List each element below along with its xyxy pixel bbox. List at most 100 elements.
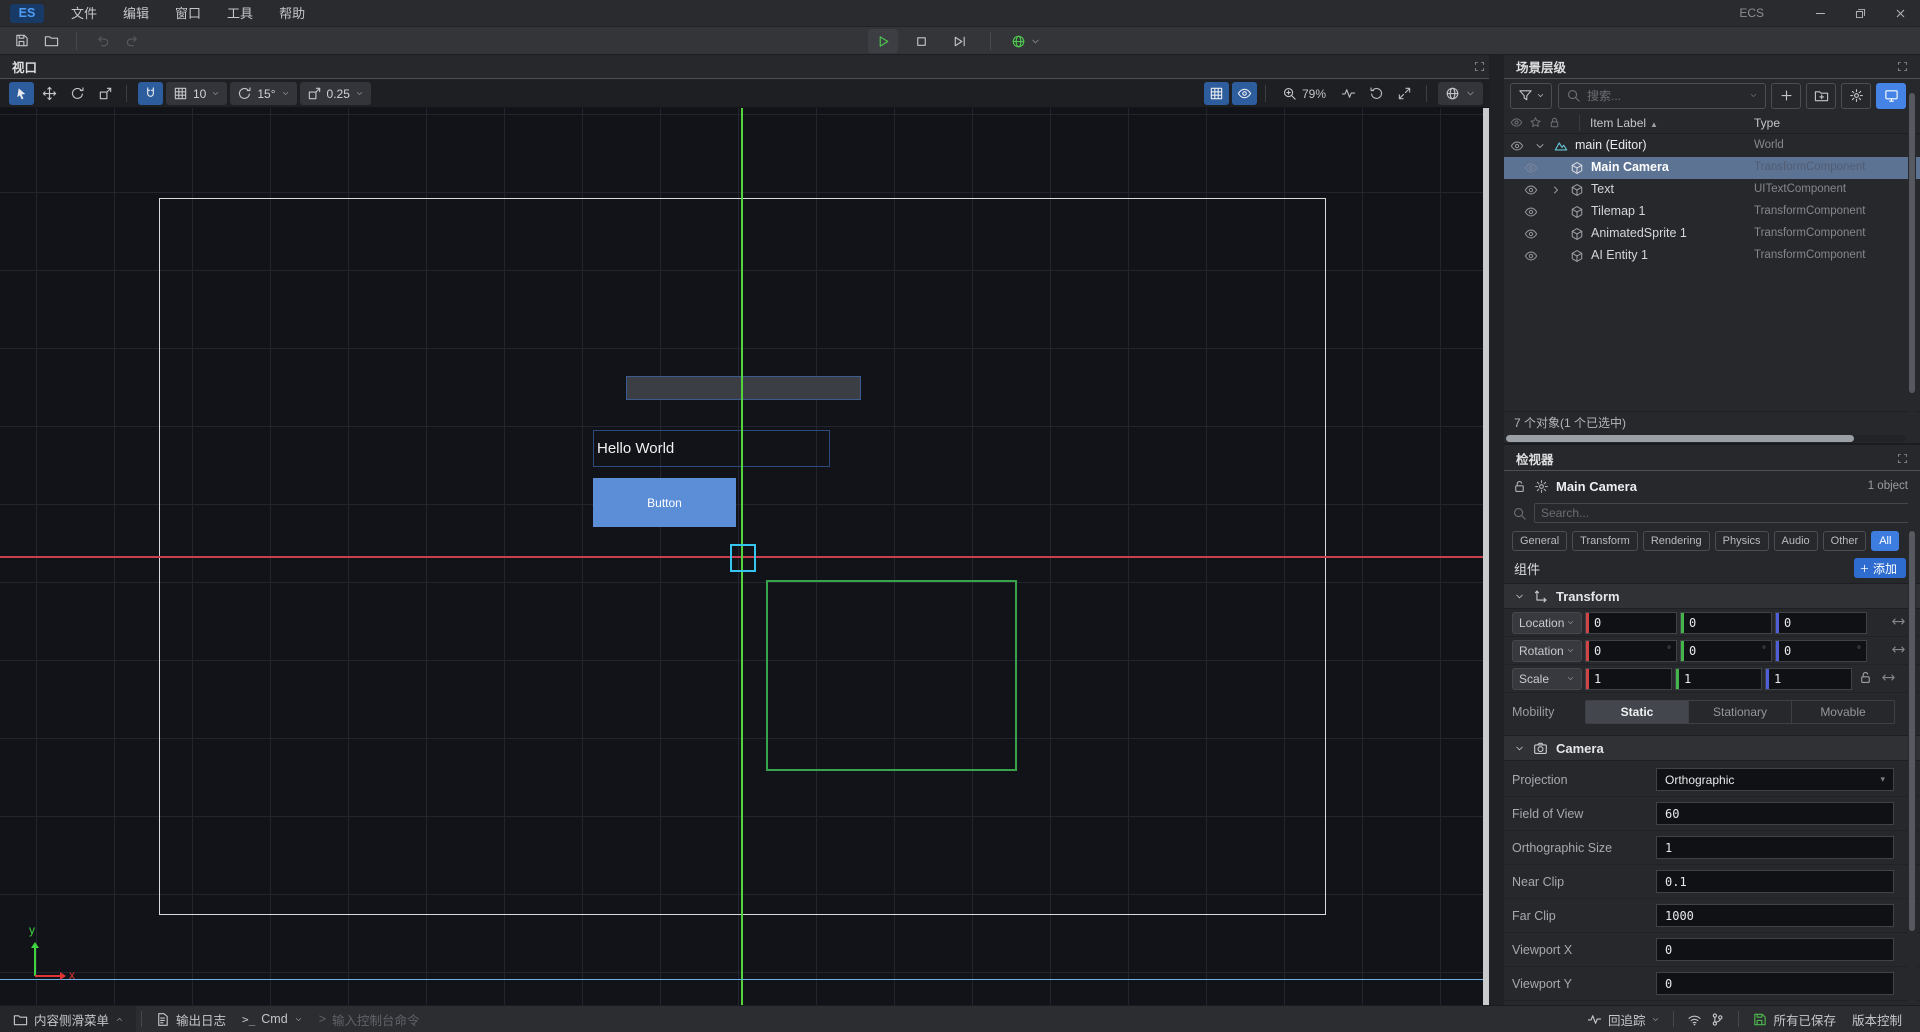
expand-panel-icon[interactable]: [1897, 61, 1908, 72]
play-button[interactable]: [868, 29, 898, 53]
expander-chevron-icon[interactable]: [1550, 184, 1562, 199]
green-region-rect[interactable]: [766, 580, 1017, 771]
tree-row[interactable]: main (Editor)World: [1504, 135, 1920, 157]
panel-splitter[interactable]: [1489, 55, 1504, 1005]
cmd-dropdown[interactable]: >_ Cmd: [234, 1006, 311, 1032]
run-target-dropdown[interactable]: [1007, 29, 1045, 53]
tab-audio[interactable]: Audio: [1774, 531, 1818, 551]
save-status[interactable]: 所有已保存: [1744, 1006, 1844, 1032]
tree-row[interactable]: AnimatedSprite 1TransformComponent: [1504, 223, 1920, 245]
undo-button[interactable]: [89, 29, 115, 53]
hierarchy-hscrollbar[interactable]: [1506, 435, 1906, 442]
tab-rendering[interactable]: Rendering: [1643, 531, 1710, 551]
zoom-level[interactable]: 79%: [1274, 86, 1334, 101]
network-status-button[interactable]: [1679, 1006, 1710, 1032]
inspector-search-input[interactable]: Search...: [1534, 503, 1914, 523]
tab-general[interactable]: General: [1512, 531, 1567, 551]
filter-dropdown[interactable]: [1510, 83, 1552, 109]
stats-button[interactable]: [1334, 82, 1362, 105]
field-of-view-input[interactable]: 60: [1656, 802, 1894, 825]
uniform-scale-lock-icon[interactable]: [1858, 670, 1873, 688]
scale-field-z[interactable]: 1: [1765, 668, 1852, 690]
reset-view-button[interactable]: [1362, 82, 1390, 105]
visibility-eye-icon[interactable]: [1524, 205, 1538, 222]
snap-setting-dropdown[interactable]: 10: [166, 82, 227, 105]
tab-other[interactable]: Other: [1823, 531, 1867, 551]
hierarchy-search-input[interactable]: 搜索...: [1558, 83, 1766, 109]
mobility-stationary[interactable]: Stationary: [1689, 701, 1792, 723]
scale-tool-button[interactable]: [93, 82, 118, 105]
visibility-eye-icon[interactable]: [1524, 227, 1538, 244]
hierarchy-settings-button[interactable]: [1841, 83, 1871, 109]
snap-setting-dropdown[interactable]: 15°: [230, 82, 296, 105]
tree-row[interactable]: TextUITextComponent: [1504, 179, 1920, 201]
menu-item[interactable]: 文件: [58, 0, 110, 27]
lock-inspector-icon[interactable]: [1512, 479, 1527, 494]
link-axes-icon[interactable]: [1881, 670, 1896, 688]
display-mode-button[interactable]: [1876, 83, 1906, 109]
add-entity-button[interactable]: [1771, 83, 1801, 109]
fit-view-button[interactable]: [1390, 82, 1418, 105]
rotation-field-z[interactable]: 0°: [1775, 640, 1867, 662]
camera-section-header[interactable]: Camera: [1504, 735, 1920, 761]
tab-transform[interactable]: Transform: [1572, 531, 1638, 551]
viewport-x-input[interactable]: 0: [1656, 938, 1894, 961]
location-selector-dropdown[interactable]: Location: [1512, 612, 1582, 634]
transform-section-header[interactable]: Transform: [1504, 583, 1920, 609]
selection-box[interactable]: [730, 544, 756, 572]
location-field-y[interactable]: 0: [1680, 612, 1772, 634]
favorite-column-icon[interactable]: [1529, 116, 1542, 129]
stop-button[interactable]: [906, 29, 936, 53]
hierarchy-vscrollbar[interactable]: [1908, 81, 1916, 433]
rotate-tool-button[interactable]: [65, 82, 90, 105]
lock-column-icon[interactable]: [1548, 116, 1561, 129]
visibility-eye-icon[interactable]: [1524, 183, 1538, 200]
snap-toggle-button[interactable]: [138, 82, 163, 105]
visibility-column-icon[interactable]: [1510, 116, 1523, 129]
orthographic-size-input[interactable]: 1: [1656, 836, 1894, 859]
maximize-button[interactable]: [1840, 0, 1880, 27]
column-type[interactable]: Type: [1754, 116, 1780, 130]
tab-physics[interactable]: Physics: [1715, 531, 1769, 551]
scene-canvas[interactable]: Hello World Button y x: [0, 108, 1483, 1005]
inspector-vscrollbar[interactable]: [1908, 501, 1916, 1005]
ui-button-element[interactable]: Button: [593, 478, 736, 527]
visibility-eye-icon[interactable]: [1524, 249, 1538, 266]
tree-row[interactable]: Main CameraTransformComponent: [1504, 157, 1920, 179]
tree-row[interactable]: Tilemap 1TransformComponent: [1504, 201, 1920, 223]
grid-toggle-button[interactable]: [1204, 82, 1229, 105]
mobility-movable[interactable]: Movable: [1792, 701, 1894, 723]
menu-item[interactable]: 编辑: [110, 0, 162, 27]
redo-button[interactable]: [119, 29, 145, 53]
close-button[interactable]: [1880, 0, 1920, 27]
ui-panel-element[interactable]: [626, 376, 861, 400]
ui-text-element[interactable]: Hello World: [593, 430, 830, 467]
world-mode-dropdown[interactable]: [1438, 82, 1483, 105]
viewport-y-input[interactable]: 0: [1656, 972, 1894, 995]
mobility-static[interactable]: Static: [1586, 701, 1689, 723]
rotation-selector-dropdown[interactable]: Rotation: [1512, 640, 1582, 662]
column-item-label[interactable]: Item Label▲: [1579, 115, 1658, 131]
branch-button[interactable]: [1710, 1006, 1733, 1032]
menu-item[interactable]: 工具: [214, 0, 266, 27]
console-command-input[interactable]: > 输入控制台命令: [311, 1006, 428, 1032]
link-axes-icon[interactable]: [1891, 614, 1906, 632]
menu-item[interactable]: 窗口: [162, 0, 214, 27]
location-field-x[interactable]: 0: [1585, 612, 1677, 634]
step-button[interactable]: [944, 29, 974, 53]
open-folder-button[interactable]: [38, 29, 64, 53]
rotation-field-x[interactable]: 0°: [1585, 640, 1677, 662]
move-tool-button[interactable]: [37, 82, 62, 105]
expander-chevron-icon[interactable]: [1534, 140, 1546, 155]
add-component-button[interactable]: 添加: [1854, 558, 1906, 578]
far-clip-input[interactable]: 1000: [1656, 904, 1894, 927]
link-axes-icon[interactable]: [1891, 642, 1906, 660]
scale-field-x[interactable]: 1: [1585, 668, 1672, 690]
save-button[interactable]: [8, 29, 34, 53]
version-control-button[interactable]: 版本控制: [1844, 1006, 1910, 1032]
entity-settings-icon[interactable]: [1534, 479, 1549, 494]
projection-dropdown[interactable]: Orthographic▾: [1656, 768, 1894, 791]
menu-item[interactable]: 帮助: [266, 0, 318, 27]
location-field-z[interactable]: 0: [1775, 612, 1867, 634]
content-drawer-button[interactable]: 内容侧滑菜单: [0, 1006, 136, 1032]
